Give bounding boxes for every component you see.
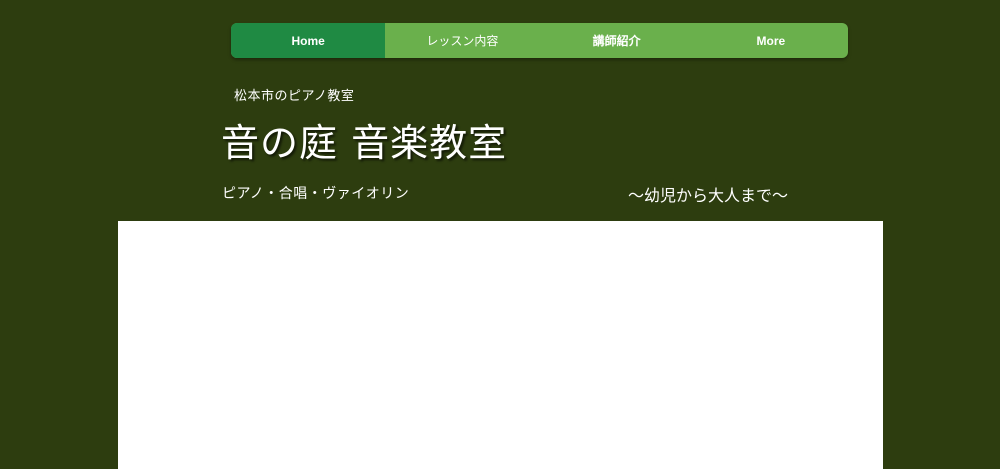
tagline-instruments: ピアノ・合唱・ヴァイオリン bbox=[222, 186, 410, 202]
site-subtitle: 松本市のピアノ教室 bbox=[234, 89, 355, 104]
tagline-ages: ～幼児から大人まで～ bbox=[628, 186, 789, 205]
content-panel bbox=[118, 221, 883, 469]
nav-item-more[interactable]: More bbox=[694, 23, 848, 58]
site-title[interactable]: 音の庭 音楽教室 bbox=[221, 112, 507, 167]
nav-item-lessons[interactable]: レッスン内容 bbox=[385, 23, 539, 58]
nav-item-instructors[interactable]: 講師紹介 bbox=[540, 23, 694, 58]
nav-item-home[interactable]: Home bbox=[231, 23, 386, 58]
main-nav: Home レッスン内容 講師紹介 More bbox=[231, 23, 848, 58]
